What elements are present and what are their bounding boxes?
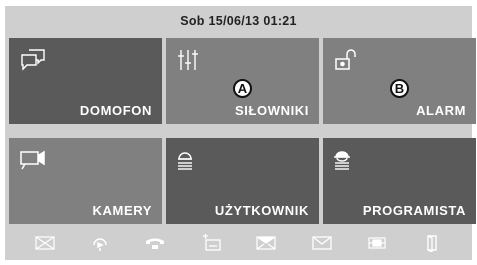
intercom-chat-icon (19, 47, 47, 73)
sliders-icon (176, 47, 204, 73)
tile-kamery[interactable]: KAMERY (9, 138, 162, 224)
user-icon (176, 147, 204, 173)
bottom-toolbar (5, 226, 472, 260)
tile-silowniki-label: SIŁOWNIKI (234, 103, 309, 118)
installer-icon (333, 147, 361, 173)
tile-uzytkownik[interactable]: UŻYTKOWNIK (166, 138, 319, 224)
tile-programista-label: PROGRAMISTA (362, 203, 466, 218)
speaker-icon[interactable] (89, 234, 111, 252)
device-screen: Sob 15/06/13 01:21 DOMOFON SIŁOWNIKI ALA… (5, 6, 476, 260)
door-icon[interactable] (421, 234, 443, 252)
message-icon[interactable] (255, 234, 277, 252)
mail-icon[interactable] (311, 234, 333, 252)
answering-machine-icon[interactable] (200, 234, 222, 252)
tile-programista[interactable]: PROGRAMISTA (323, 138, 476, 224)
gate-icon[interactable] (366, 234, 388, 252)
unlocked-padlock-icon (333, 47, 361, 73)
tile-domofon[interactable]: DOMOFON (9, 38, 162, 124)
tile-alarm-label: ALARM (416, 103, 466, 118)
annotation-b-badge: B (390, 79, 409, 98)
annotation-a-badge: A (233, 79, 252, 98)
tile-domofon-label: DOMOFON (79, 103, 152, 118)
video-camera-icon (19, 147, 47, 173)
tile-uzytkownik-label: UŻYTKOWNIK (214, 203, 309, 218)
datetime-header: Sob 15/06/13 01:21 (180, 14, 297, 28)
phone-icon[interactable] (144, 234, 166, 252)
envelope-crossed-icon[interactable] (34, 234, 56, 252)
tile-kamery-label: KAMERY (92, 203, 152, 218)
